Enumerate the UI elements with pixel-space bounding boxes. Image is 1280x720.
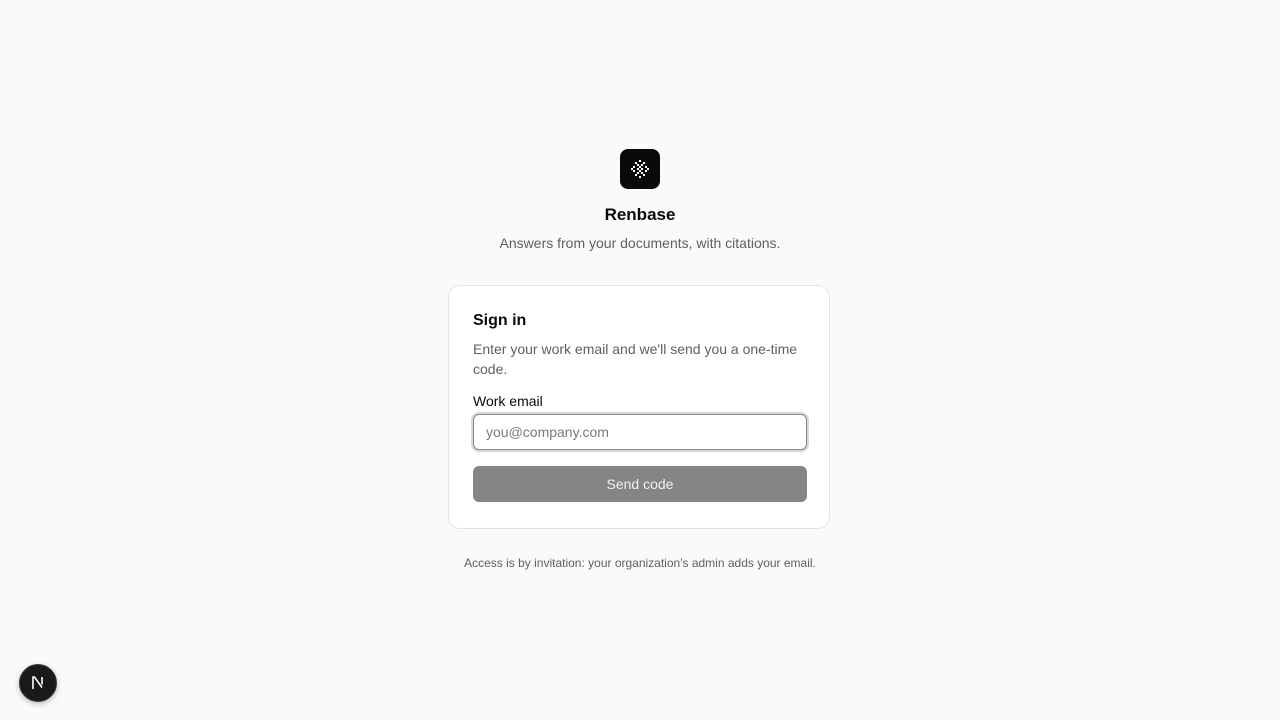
app-name: Renbase (604, 205, 676, 224)
email-field[interactable] (473, 414, 807, 450)
dotted-pattern-icon (631, 160, 649, 178)
app-tagline: Answers from your documents, with citati… (499, 235, 781, 251)
nextjs-n-icon (32, 676, 43, 689)
access-note: Access is by invitation: your organizati… (464, 556, 816, 570)
signin-title: Sign in (473, 312, 527, 329)
dev-tools-button[interactable] (19, 664, 57, 702)
brand-header: Renbase Answers from your documents, wit… (0, 149, 1280, 252)
app-logo (620, 149, 660, 189)
email-label: Work email (473, 393, 543, 409)
signin-card: Sign in Enter your work email and we'll … (448, 285, 830, 529)
signin-description: Enter your work email and we'll send you… (473, 341, 798, 377)
send-code-button[interactable]: Send code (473, 466, 807, 502)
login-page: Renbase Answers from your documents, wit… (0, 0, 1280, 720)
